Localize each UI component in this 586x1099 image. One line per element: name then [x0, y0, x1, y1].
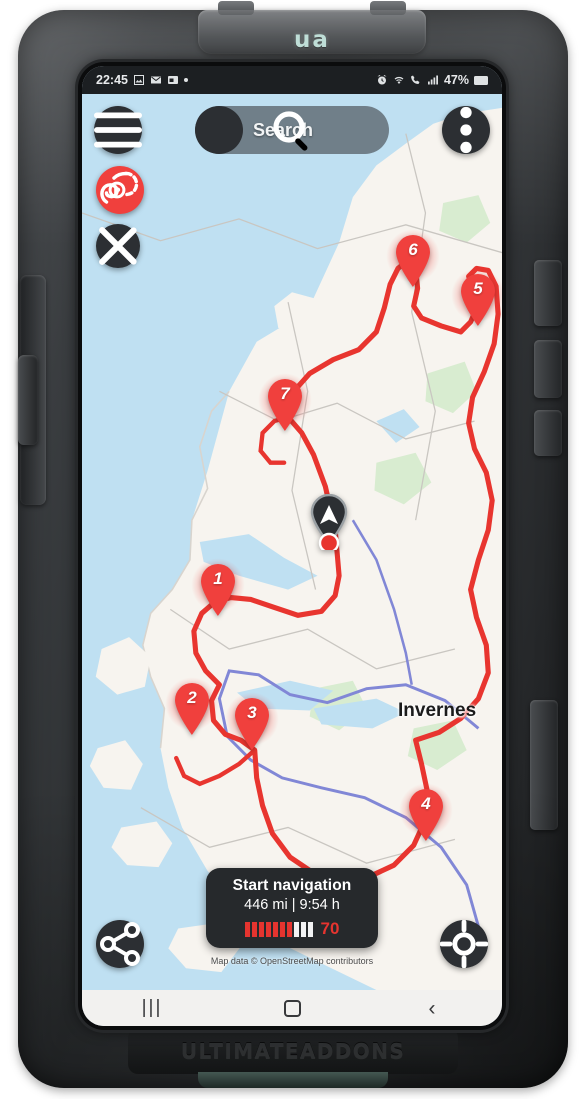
map-pin-6[interactable]: 6	[386, 229, 440, 288]
round-trip-planner-button[interactable]: P	[96, 166, 144, 214]
case-hinge-right-1	[534, 260, 562, 326]
curvy-route-icon: P	[100, 171, 139, 204]
start-navigation-card[interactable]: Start navigation 446 mi | 9:54 h 70	[206, 868, 378, 948]
screenshot-root: ua ULTIMATEADDONS 22:45 47% Invernes 1 2…	[0, 0, 586, 1099]
map-pin-label: 3	[247, 703, 257, 722]
bar-6	[279, 921, 285, 937]
bar-4	[265, 921, 271, 937]
search-bar[interactable]: Search	[195, 106, 389, 154]
status-bar-left: 22:45	[96, 73, 188, 87]
map-pin-2[interactable]: 2	[165, 677, 219, 736]
home-square-icon	[283, 999, 301, 1017]
status-bar-right: 47%	[376, 73, 488, 87]
map-label-inverness: Invernes	[398, 700, 477, 721]
search-icon	[273, 111, 308, 151]
bar-5	[272, 921, 278, 937]
mail-icon	[150, 76, 161, 84]
status-bar: 22:45 47%	[82, 66, 502, 94]
menu-button[interactable]	[94, 106, 142, 154]
bar-1	[244, 921, 250, 937]
case-hinge-right-2	[534, 340, 562, 398]
map-pin-label: 2	[187, 688, 197, 707]
dot-icon	[183, 78, 188, 82]
case-bottom-clip	[198, 1072, 388, 1088]
overflow-menu-icon	[460, 106, 472, 154]
bar-3	[258, 921, 264, 937]
ua-brand-logo: ua	[294, 27, 330, 53]
case-hinge-right-4	[530, 700, 558, 830]
missed-call-icon	[410, 75, 420, 84]
map-canvas[interactable]: Invernes 1 2 3 4 5 6 7 Search P Start na…	[82, 94, 502, 990]
current-position-marker[interactable]	[307, 494, 351, 550]
map-pin-label: 7	[280, 384, 290, 403]
map-pin-label: 6	[408, 240, 418, 259]
map-pin-7[interactable]: 7	[258, 373, 312, 432]
phone-bezel: 22:45 47% Invernes 1 2 3 4 5 6 7 Search …	[78, 62, 506, 1030]
signal-icon	[427, 75, 438, 85]
close-icon	[99, 227, 137, 265]
case-hinge-right-3	[534, 410, 562, 456]
bar-7	[286, 921, 292, 937]
share-icon	[100, 922, 140, 966]
map-pin-1[interactable]: 1	[191, 558, 245, 617]
curviness-meter: 70	[216, 919, 368, 939]
curviness-score: 70	[320, 919, 340, 938]
home-button[interactable]	[264, 999, 320, 1017]
bar-2	[251, 921, 257, 937]
bar-10	[307, 921, 313, 937]
bar-8	[293, 921, 299, 937]
phone-screen: 22:45 47% Invernes 1 2 3 4 5 6 7 Search …	[82, 66, 502, 1026]
close-button[interactable]	[96, 224, 140, 268]
screenshot-icon	[167, 76, 178, 84]
my-location-icon	[440, 920, 488, 968]
share-button[interactable]	[96, 920, 144, 968]
map-pin-3[interactable]: 3	[225, 692, 279, 751]
alarm-icon	[377, 75, 387, 85]
map-pin-label: 1	[213, 569, 223, 588]
recent-apps-icon: |||	[141, 997, 163, 1018]
svg-text:P: P	[113, 186, 120, 198]
map-pin-label: 5	[473, 279, 483, 298]
recent-apps-button[interactable]: |||	[124, 997, 180, 1019]
back-button[interactable]: ‹	[404, 998, 460, 1019]
back-chevron-icon: ‹	[428, 996, 436, 1020]
android-nav-bar: ||| ‹	[82, 990, 502, 1026]
map-pin-label: 4	[421, 794, 431, 813]
case-top-clamp: ua	[198, 1, 426, 54]
case-brand-text: ULTIMATEADDONS	[180, 1039, 406, 1063]
battery-icon	[474, 75, 488, 85]
case-brand-plate: ULTIMATEADDONS	[128, 1028, 458, 1074]
route-summary: 446 mi | 9:54 h	[244, 897, 340, 913]
hamburger-menu-icon	[94, 112, 142, 148]
my-location-button[interactable]	[440, 920, 488, 968]
status-bar-clock: 22:45	[96, 73, 128, 87]
map-pin-5[interactable]: 5	[451, 268, 502, 327]
search-button[interactable]	[195, 106, 308, 154]
wifi-icon	[394, 76, 404, 84]
map-attribution: Map data © OpenStreetMap contributors	[210, 956, 374, 966]
case-hinge-left-2	[18, 355, 38, 445]
clamp-tab-left	[218, 1, 254, 15]
map-pin-4[interactable]: 4	[399, 783, 453, 842]
navigation-arrow-pin-icon	[310, 494, 348, 550]
start-navigation-title: Start navigation	[232, 877, 352, 894]
bar-9	[300, 921, 306, 937]
battery-percent: 47%	[443, 73, 469, 87]
map-graphics	[82, 94, 502, 990]
more-options-button[interactable]	[442, 106, 490, 154]
photo-icon	[133, 75, 144, 85]
curviness-bars	[244, 921, 313, 937]
clamp-tab-right	[370, 1, 406, 15]
